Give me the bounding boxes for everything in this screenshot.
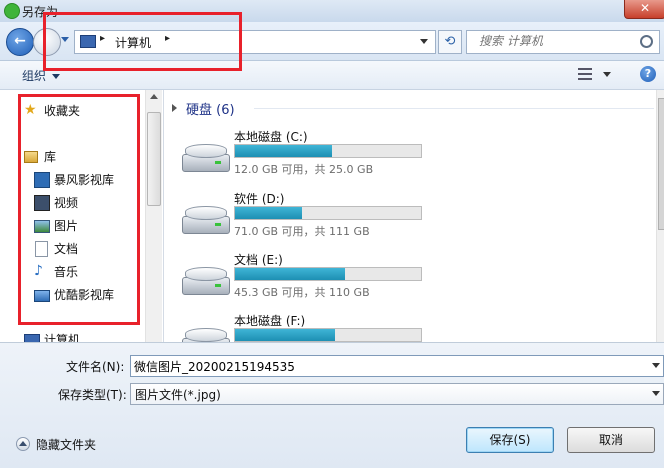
drive-space-info: 12.0 GB 可用，共 25.0 GB bbox=[234, 163, 374, 176]
drive-usage-fill bbox=[235, 268, 345, 280]
drive-name: 文档 (E:) bbox=[234, 253, 283, 267]
drive-item-f[interactable]: 本地磁盘 (F:) bbox=[164, 312, 464, 342]
hard-drive-icon bbox=[182, 204, 230, 234]
close-button[interactable]: ✕ bbox=[624, 0, 664, 19]
drive-item-d[interactable]: 软件 (D:) 71.0 GB 可用，共 111 GB bbox=[164, 190, 464, 252]
scrollbar-thumb[interactable] bbox=[147, 112, 161, 206]
filetype-label: 保存类型(T): bbox=[58, 388, 127, 402]
drive-item-c[interactable]: 本地磁盘 (C:) 12.0 GB 可用，共 25.0 GB bbox=[164, 128, 464, 190]
organize-label: 组织 bbox=[22, 69, 47, 83]
drive-name: 软件 (D:) bbox=[234, 192, 285, 206]
app-icon bbox=[4, 3, 20, 19]
back-button[interactable]: ← bbox=[6, 28, 34, 56]
refresh-button[interactable]: ⟲ bbox=[438, 30, 462, 54]
hard-drive-icon bbox=[182, 326, 230, 342]
drive-item-e[interactable]: 文档 (E:) 45.3 GB 可用，共 110 GB bbox=[164, 251, 464, 313]
drive-usage-bar bbox=[234, 328, 422, 342]
drive-name: 本地磁盘 (C:) bbox=[234, 130, 308, 144]
filetype-select[interactable]: 图片文件(*.jpg) bbox=[130, 383, 664, 405]
drive-usage-fill bbox=[235, 145, 332, 157]
filename-input[interactable] bbox=[131, 356, 646, 376]
view-dropdown-icon[interactable] bbox=[603, 72, 611, 77]
drive-space-info: 71.0 GB 可用，共 111 GB bbox=[234, 225, 370, 238]
save-button[interactable]: 保存(S) bbox=[466, 427, 554, 453]
file-list-scrollbar[interactable] bbox=[656, 90, 664, 342]
search-box[interactable] bbox=[466, 30, 660, 54]
address-dropdown-icon[interactable] bbox=[420, 39, 428, 44]
scrollbar-thumb[interactable] bbox=[658, 98, 664, 230]
group-title: 硬盘 (6) bbox=[186, 103, 235, 118]
view-options-icon[interactable] bbox=[578, 66, 594, 82]
drive-usage-fill bbox=[235, 329, 336, 341]
drive-usage-bar bbox=[234, 144, 422, 158]
computer-icon bbox=[24, 334, 40, 342]
sidebar-item-label: 计算机 bbox=[44, 333, 81, 342]
drive-usage-bar bbox=[234, 267, 422, 281]
hard-drive-icon bbox=[182, 265, 230, 295]
chevron-down-icon[interactable] bbox=[652, 391, 660, 396]
filename-label: 文件名(N): bbox=[66, 360, 125, 374]
hide-folders-label: 隐藏文件夹 bbox=[36, 438, 97, 452]
chevron-down-icon[interactable] bbox=[652, 363, 660, 368]
drive-usage-fill bbox=[235, 207, 302, 219]
filename-combobox[interactable] bbox=[130, 355, 664, 377]
search-icon[interactable] bbox=[640, 35, 653, 48]
save-form: 文件名(N): 保存类型(T): 图片文件(*.jpg) 隐藏文件夹 保存(S)… bbox=[0, 342, 664, 468]
cancel-button[interactable]: 取消 bbox=[567, 427, 655, 453]
search-input[interactable] bbox=[467, 31, 644, 51]
drive-name: 本地磁盘 (F:) bbox=[234, 314, 306, 328]
collapse-arrow-icon[interactable] bbox=[172, 104, 177, 112]
help-button[interactable]: ? bbox=[640, 66, 656, 82]
chevron-down-icon bbox=[52, 74, 61, 79]
scroll-up-icon[interactable] bbox=[150, 94, 158, 99]
navigation-pane-scrollbar[interactable] bbox=[145, 90, 162, 342]
hard-drive-icon bbox=[182, 142, 230, 172]
collapse-up-icon bbox=[16, 437, 30, 451]
drive-space-info: 45.3 GB 可用，共 110 GB bbox=[234, 286, 370, 299]
drive-usage-bar bbox=[234, 206, 422, 220]
filetype-value: 图片文件(*.jpg) bbox=[135, 388, 221, 402]
group-divider bbox=[254, 108, 654, 109]
file-list: 硬盘 (6) 本地磁盘 (C:) 12.0 GB 可用，共 25.0 GB 软件… bbox=[164, 90, 656, 342]
annotation-box-sidebar bbox=[18, 94, 140, 325]
annotation-box-address bbox=[43, 12, 242, 71]
